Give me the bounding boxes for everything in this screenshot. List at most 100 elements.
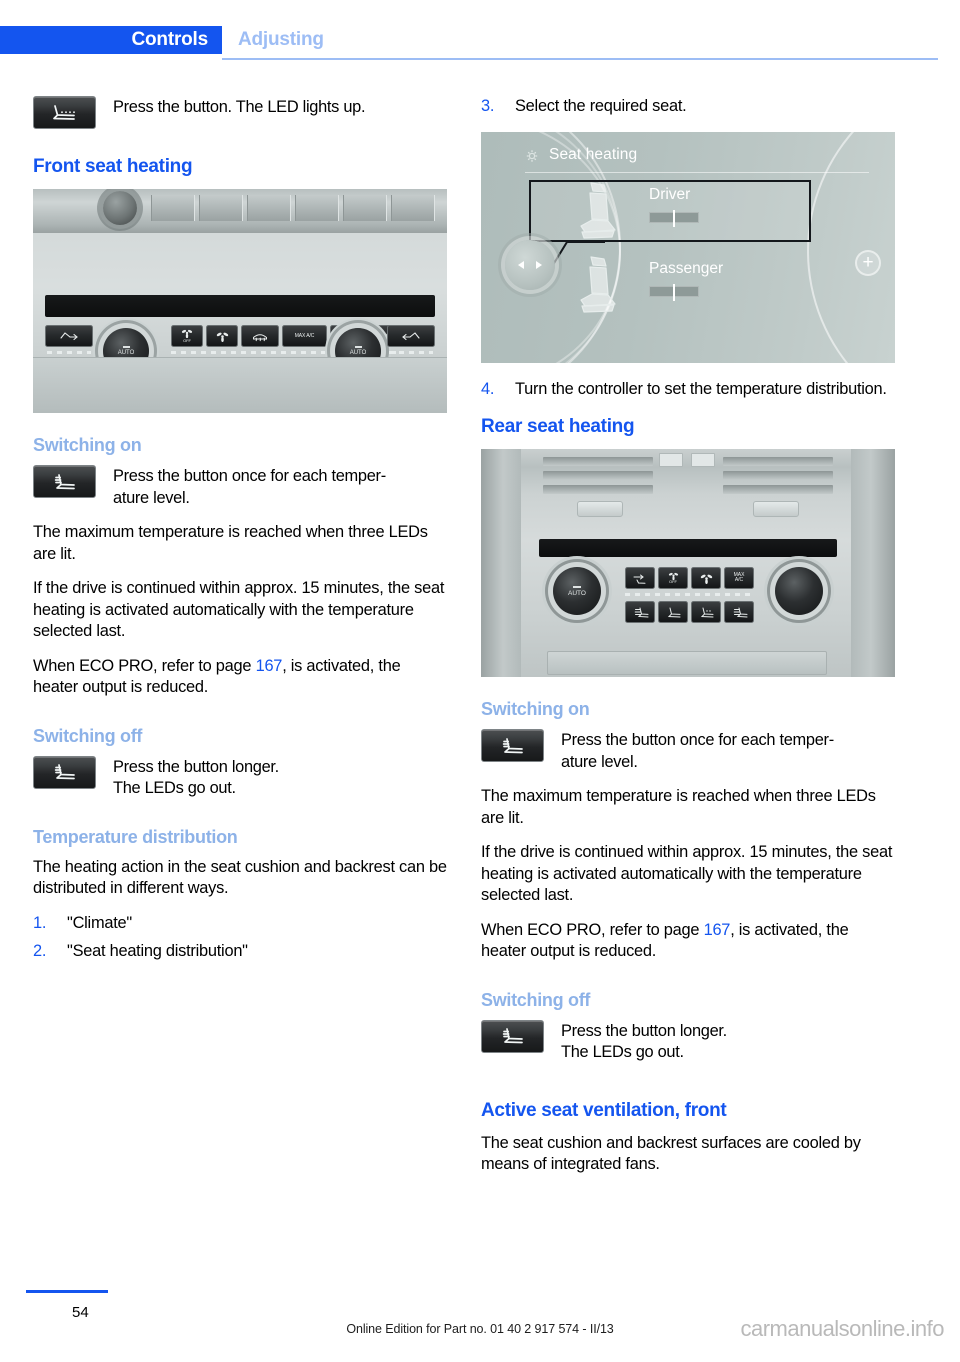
gear-icon [525,148,541,164]
idrive-controller-icon [505,239,555,290]
rear-switching-on-line2: ature level. [561,752,638,771]
rear-switching-off-instruction: Press the button longer. The LEDs go out… [481,1019,895,1064]
page-reference-link[interactable]: 167 [704,921,731,939]
rear-seat-heat-left-button [625,601,655,623]
front-switching-off-text: Press the button longer. The LEDs go out… [113,756,279,800]
seat-heating-button-icon [33,465,96,498]
rear-switching-on-text: Press the button once for each temper- a… [561,729,834,773]
list-item: 1. "Climate" [33,913,447,935]
vent-slat [543,457,653,466]
right-arrow-icon [536,260,542,269]
front-switching-off-instruction: Press the button longer. The LEDs go out… [33,755,447,800]
step-text: "Seat heating distribution" [67,942,248,960]
air-vent-slat [199,195,243,221]
front-climate-control-panel-figure: AUTO OFF MAX A/C OFF [33,189,447,413]
front-switching-on-line1: Press the button once for each temper- [113,467,386,485]
led-indicator-strip [47,351,91,354]
step-4-list: 4. Turn the controller to set the temper… [481,379,895,401]
gauge-tick [673,283,675,301]
air-vent-slat [391,195,435,221]
vent-slat [723,457,833,466]
vent-slat [543,485,653,494]
left-arrow-icon [518,260,524,269]
front-switching-on-instruction: Press the button once for each temper- a… [33,465,447,509]
plus-button[interactable]: + [855,249,881,276]
rear-air-vents [543,453,833,501]
list-item: 4. Turn the controller to set the temper… [481,379,895,401]
eco-pro-text-pre: When ECO PRO, refer to page [481,920,704,939]
step-number: 3. [481,97,495,115]
vent-control-button [691,453,715,467]
page-reference-link[interactable]: 167 [256,657,283,675]
rear-climate-display-strip [539,539,837,557]
rear-switching-on-heading: Switching on [481,699,590,719]
driver-label: Driver [649,185,691,203]
rear-eco-pro-paragraph: When ECO PRO, refer to page 167, is acti… [481,920,895,963]
console-lower-trim [33,357,447,413]
rear-max-temp-paragraph: The maximum temperature is reached when … [481,787,876,827]
site-watermark: carmanualsonline.info [740,1316,944,1341]
step-number: 1. [33,913,47,932]
rear-airflow-seat-button [658,601,688,623]
air-vent-slat [247,195,291,221]
left-column: Press the button. The LED lights up. Fro… [33,96,447,970]
seat-ventilation-button-icon [33,96,96,129]
console-left-trim [481,449,521,677]
vent-slat [723,485,833,494]
right-column: 3. Select the required seat. Seat heatin… [481,96,895,1189]
left-dial-auto-label: AUTO [117,350,135,356]
front-eco-pro-paragraph: When ECO PRO, refer to page 167, is acti… [33,656,447,699]
temperature-distribution-paragraph: The heating action in the seat cushion a… [33,857,447,898]
windshield-defrost-button [241,325,279,347]
step-number: 4. [481,379,495,398]
fan-off-left-button: OFF [171,325,203,347]
gauge-tick [673,209,675,227]
air-vent-slat [343,195,387,221]
front-switching-off-line2: The LEDs go out. [113,779,236,797]
rear-airflow-button [625,567,655,589]
front-switching-on-heading: Switching on [33,435,142,455]
step-text: Select the required seat. [515,97,687,115]
decorative-arc-right [807,131,895,363]
rear-switching-off-line2: The LEDs go out. [561,1043,684,1061]
passenger-temperature-gauge [649,283,699,301]
rear-max-ac-button: MAX A/C [724,567,754,589]
idrive-menu-title: Seat heating [549,145,638,163]
temperature-distribution-heading: Temperature distribution [33,826,238,847]
rear-switching-off-heading: Switching off [481,989,591,1010]
rear-auto-reactivate-paragraph: If the drive is continued within approx.… [481,843,893,904]
led-indicator-strip [389,351,433,354]
rear-climate-control-panel-figure: AUTO OFF MAX A/C [481,449,895,677]
step-text: Turn the controller to set the temperatu… [515,379,887,398]
front-switching-on-line2: ature level. [113,488,190,507]
vent-slat [723,471,833,480]
fan-speed-left-button [206,325,238,347]
idrive-title-divider [525,171,869,173]
rear-seat-heat-right-button [724,601,754,623]
rear-right-dial [775,567,823,615]
page-header: Controls Adjusting [0,0,960,70]
rear-switching-off-text: Press the button longer. The LEDs go out… [561,1020,727,1064]
driver-temperature-gauge [649,209,699,227]
front-max-temp-paragraph: The maximum temperature is reached when … [33,523,428,563]
intro-instruction-text: Press the button. The LED lights up. [113,98,366,116]
front-switching-on-text: Press the button once for each temper- a… [113,465,386,509]
console-recess-right [753,501,799,517]
front-auto-reactivate-paragraph: If the drive is continued within approx.… [33,579,445,640]
rear-switching-on-line1: Press the button once for each temper- [561,731,834,749]
rear-seat-button [691,601,721,623]
passenger-label: Passenger [649,259,724,277]
rear-switching-off-line1: Press the button longer. [561,1021,727,1040]
console-right-trim [851,449,895,677]
active-seat-ventilation-heading: Active seat ventilation, front [481,1099,727,1121]
rear-fan-speed-button [691,567,721,589]
seat-heating-button-icon [481,1019,544,1053]
rear-dial-auto-label: AUTO [568,589,586,597]
footer-divider [26,1290,108,1293]
defrost-left-button [45,325,93,347]
